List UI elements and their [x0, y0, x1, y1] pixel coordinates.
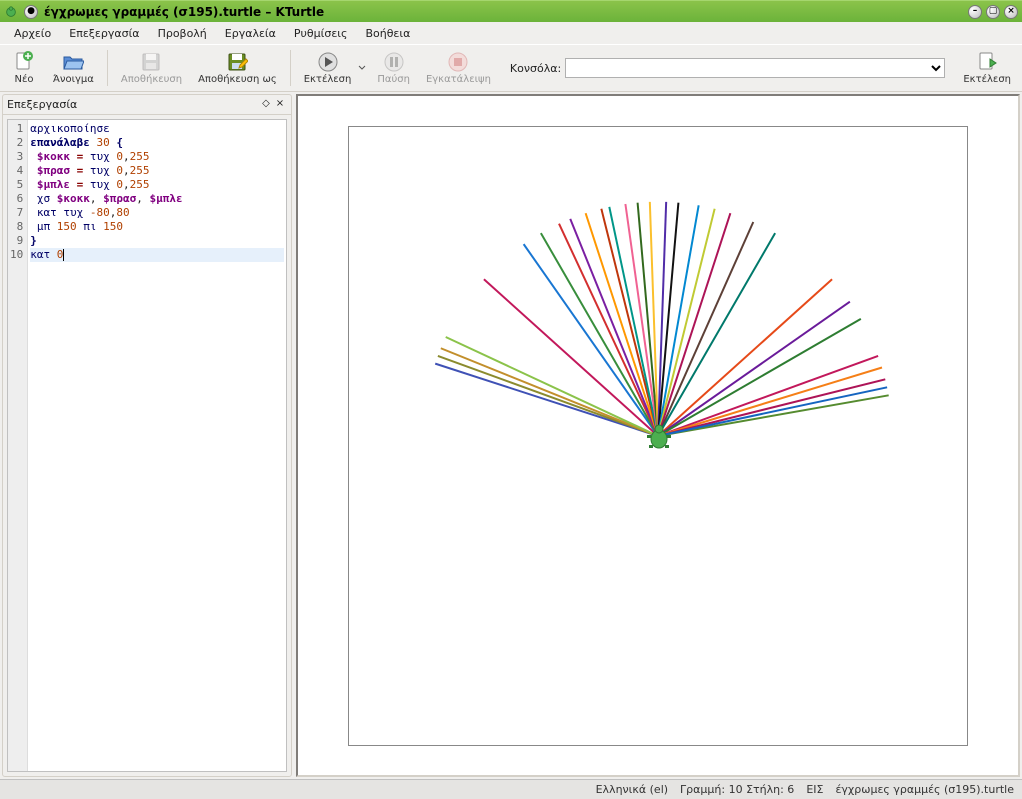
open-button[interactable]: Άνοιγμα [46, 48, 101, 88]
run-button[interactable]: Εκτέλεση [297, 48, 359, 88]
turtle-sprite [645, 423, 673, 451]
titlebar-extra-button[interactable]: ● [24, 5, 38, 19]
window-title: έγχρωμες γραμμές (σ195).turtle – KTurtle [44, 5, 968, 19]
menu-edit[interactable]: Επεξεργασία [61, 25, 147, 42]
run-label: Εκτέλεση [304, 74, 352, 85]
saveas-button[interactable]: Αποθήκευση ως [191, 48, 284, 88]
pause-label: Παύση [377, 74, 410, 85]
console-label: Κονσόλα: [510, 62, 561, 75]
saveas-icon [226, 51, 248, 73]
dock-close-button[interactable]: × [273, 98, 287, 112]
menu-settings[interactable]: Ρυθμίσεις [286, 25, 356, 42]
saveas-label: Αποθήκευση ως [198, 74, 277, 85]
save-icon [140, 51, 162, 73]
line-gutter: 12345678910 [8, 120, 28, 771]
code-editor[interactable]: 12345678910 αρχικοποίησεεπανάλαβε 30 { $… [7, 119, 287, 772]
status-mode: ΕΙΣ [806, 783, 823, 796]
minimize-button[interactable]: – [968, 5, 982, 19]
toolbar-separator [290, 50, 291, 86]
menu-file[interactable]: Αρχείο [6, 25, 59, 42]
console-run-button[interactable]: Εκτέλεση [956, 48, 1018, 88]
canvas-wrap [296, 94, 1020, 777]
menu-help[interactable]: Βοήθεια [357, 25, 418, 42]
title-bar: ● έγχρωμες γραμμές (σ195).turtle – KTurt… [0, 0, 1022, 22]
save-button[interactable]: Αποθήκευση [114, 48, 189, 88]
save-label: Αποθήκευση [121, 74, 182, 85]
execute-icon [976, 51, 998, 73]
play-icon [317, 51, 339, 73]
console-run-label: Εκτέλεση [963, 74, 1011, 85]
run-dropdown[interactable] [356, 64, 368, 72]
main-area: Επεξεργασία ◇ × 12345678910 αρχικοποίησε… [0, 92, 1022, 779]
console-group: Κονσόλα: [510, 58, 945, 78]
status-position: Γραμμή: 10 Στήλη: 6 [680, 783, 794, 796]
stop-icon [447, 51, 469, 73]
chevron-down-icon [358, 64, 366, 72]
menu-view[interactable]: Προβολή [150, 25, 215, 42]
status-filename: έγχρωμες γραμμές (σ195).turtle [835, 783, 1014, 796]
dock-title: Επεξεργασία [7, 98, 259, 111]
toolbar-separator [107, 50, 108, 86]
close-button[interactable]: × [1004, 5, 1018, 19]
open-folder-icon [62, 51, 84, 73]
toolbar: Νέο Άνοιγμα Αποθήκευση Αποθήκευση ως Εκτ… [0, 44, 1022, 92]
open-label: Άνοιγμα [53, 74, 94, 85]
new-file-icon [13, 51, 35, 73]
abort-button[interactable]: Εγκατάλειψη [419, 48, 498, 88]
dock-header: Επεξεργασία ◇ × [3, 95, 291, 115]
editor-dock: Επεξεργασία ◇ × 12345678910 αρχικοποίησε… [2, 94, 292, 777]
app-icon [4, 5, 18, 19]
status-bar: Ελληνικά (el) Γραμμή: 10 Στήλη: 6 ΕΙΣ έγ… [0, 779, 1022, 799]
status-language: Ελληνικά (el) [596, 783, 668, 796]
maximize-button[interactable]: ▢ [986, 5, 1000, 19]
menu-bar: Αρχείο Επεξεργασία Προβολή Εργαλεία Ρυθμ… [0, 22, 1022, 44]
pause-button[interactable]: Παύση [370, 48, 417, 88]
menu-tools[interactable]: Εργαλεία [217, 25, 284, 42]
code-body[interactable]: αρχικοποίησεεπανάλαβε 30 { $κοκκ = τυχ 0… [28, 120, 286, 771]
dock-float-button[interactable]: ◇ [259, 98, 273, 112]
new-label: Νέο [14, 74, 33, 85]
abort-label: Εγκατάλειψη [426, 74, 491, 85]
new-button[interactable]: Νέο [4, 48, 44, 88]
console-input[interactable] [565, 58, 945, 78]
pause-icon [383, 51, 405, 73]
turtle-canvas [348, 126, 968, 746]
